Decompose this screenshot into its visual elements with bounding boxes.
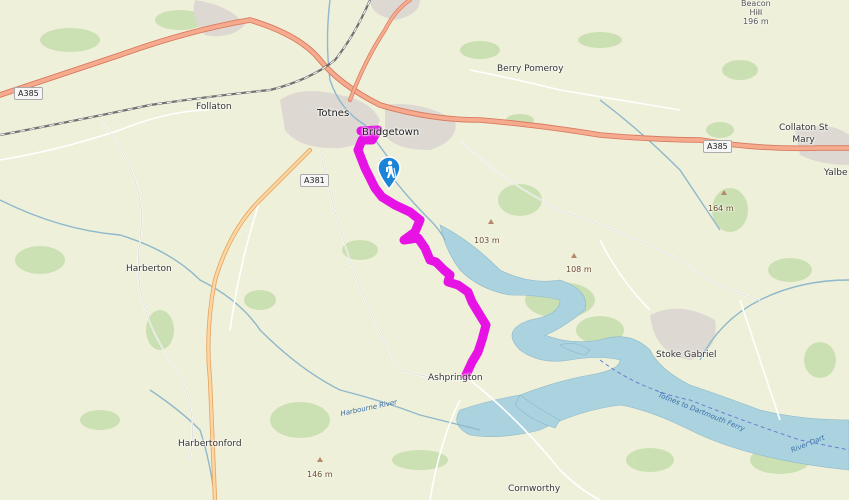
place-label-stoke-gabriel: Stoke Gabriel: [656, 350, 717, 360]
place-label-harbertonford: Harbertonford: [178, 439, 242, 449]
place-label-cornworthy: Cornworthy: [508, 484, 561, 494]
place-label-ashprington: Ashprington: [428, 373, 483, 383]
map-canvas[interactable]: A385 A385 A381 Totnes Bridgetown Berry P…: [0, 0, 849, 500]
place-label-harberton: Harberton: [126, 264, 172, 274]
hiker-marker-icon[interactable]: [376, 156, 402, 190]
height-label-164m: 164 m: [708, 204, 734, 213]
place-label-totnes: Totnes: [317, 108, 350, 119]
height-label-146m: 146 m: [307, 470, 333, 479]
place-label-beacon-hill: Beacon Hill 196 m: [741, 0, 771, 26]
road-shield-a385-east: A385: [703, 140, 732, 153]
road-shield-a385-west: A385: [14, 87, 43, 100]
place-label-berry-pomeroy: Berry Pomeroy: [497, 64, 564, 74]
height-label-103m: 103 m: [474, 236, 500, 245]
height-label-108m: 108 m: [566, 265, 592, 274]
place-label-follaton: Follaton: [196, 102, 232, 112]
map-base-layer: [0, 0, 849, 500]
place-label-bridgetown: Bridgetown: [362, 127, 420, 138]
road-shield-a381: A381: [300, 174, 329, 187]
place-label-collaton-st-mary: Collaton St Mary: [779, 123, 829, 145]
place-label-yalberton: Yalbe: [824, 168, 848, 178]
